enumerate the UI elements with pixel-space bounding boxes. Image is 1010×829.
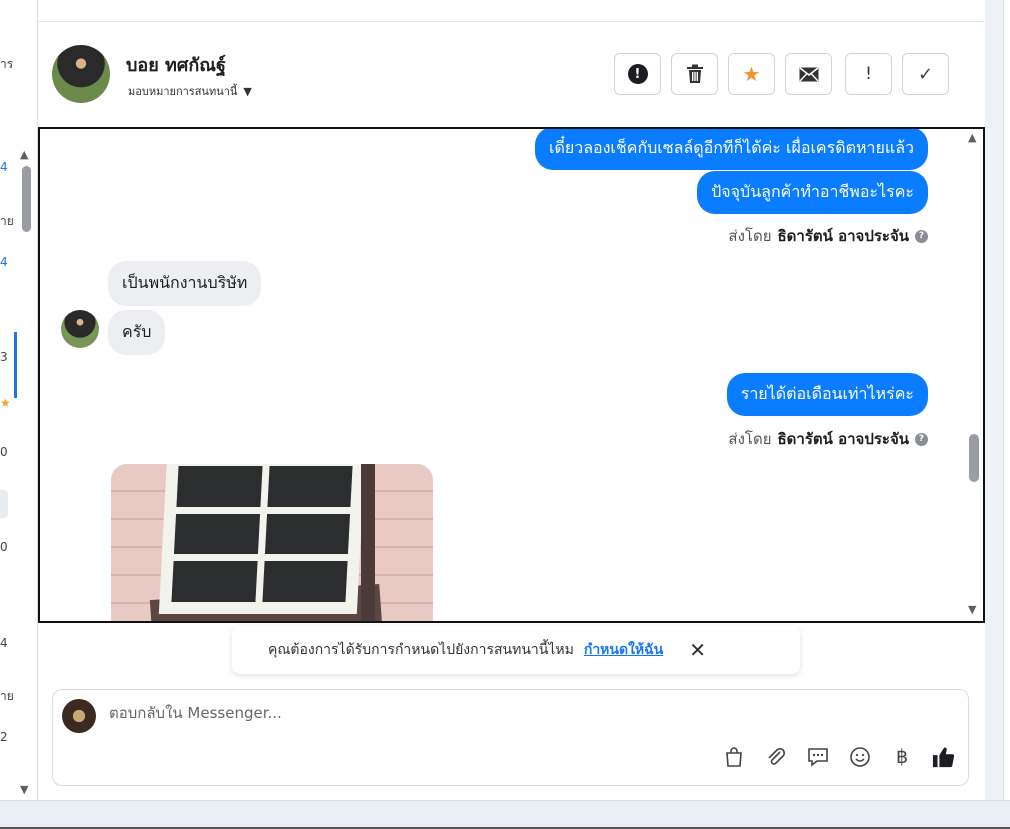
sidebar-fragment: 4 <box>0 255 8 269</box>
sent-by-prefix: ส่งโดย <box>728 430 772 448</box>
reply-composer: ฿ <box>52 689 969 786</box>
assign-prompt-banner: คุณต้องการได้รับการกำหนดไปยังการสนทนานี้… <box>232 626 800 674</box>
top-strip <box>38 0 985 22</box>
saved-reply-icon[interactable] <box>806 745 830 769</box>
caret-down-icon: ▼ <box>243 84 252 98</box>
bottom-edge <box>0 800 1010 829</box>
right-panel-edge <box>985 0 1010 800</box>
check-icon: ✓ <box>917 63 934 85</box>
spam-button[interactable]: ! <box>614 53 661 95</box>
trash-icon <box>686 64 703 83</box>
delete-button[interactable] <box>671 53 718 95</box>
contact-avatar-small[interactable] <box>61 310 99 348</box>
sidebar-fragment: าย <box>0 214 14 228</box>
reply-input[interactable] <box>109 704 929 722</box>
help-icon[interactable]: ? <box>915 229 928 243</box>
message-incoming[interactable]: ครับ <box>108 310 166 355</box>
scroll-thumb[interactable] <box>22 166 31 232</box>
image-attachment[interactable] <box>111 464 433 621</box>
close-icon[interactable]: ✕ <box>689 638 706 662</box>
sidebar-fragment: 2 <box>0 730 8 744</box>
message-outgoing[interactable]: เดี๋ยวลองเช็คกับเซลล์ดูอีกทีก็ได้ค่ะ เผื… <box>534 129 928 170</box>
assign-dropdown[interactable]: มอบหมายการสนทนานี้ ▼ <box>128 82 252 100</box>
sender-name: ธิดารัตน์ อาจประจัน <box>777 430 910 448</box>
sidebar-fragment: 4 <box>0 636 8 650</box>
conversation-header: บอย ทศกัณฐ์ มอบหมายการสนทนานี้ ▼ ! ★ ! ✓ <box>38 23 985 127</box>
assign-to-me-link[interactable]: กำหนดให้ฉัน <box>584 639 663 661</box>
done-button[interactable]: ✓ <box>902 53 949 95</box>
thread-scrollbar[interactable]: ▲ ▼ <box>967 129 981 621</box>
sidebar-fragment: 0 <box>0 445 8 459</box>
sender-name: ธิดารัตน์ อาจประจัน <box>777 227 910 245</box>
sidebar-fragment: 4 <box>0 160 8 174</box>
list-item-highlight <box>0 490 8 518</box>
star-icon: ★ <box>742 62 761 86</box>
contact-avatar[interactable] <box>52 45 110 103</box>
scroll-up-arrow-icon[interactable]: ▲ <box>968 131 976 144</box>
emoji-icon[interactable] <box>848 745 872 769</box>
mark-unread-button[interactable] <box>785 53 832 95</box>
thumbs-up-icon[interactable] <box>932 745 956 769</box>
message-thread[interactable]: เดี๋ยวลองเช็คกับเซลล์ดูอีกทีก็ได้ค่ะ เผื… <box>38 127 985 623</box>
scroll-down-arrow-icon[interactable]: ▼ <box>20 783 28 796</box>
scroll-up-arrow-icon[interactable]: ▲ <box>20 148 28 161</box>
message-incoming[interactable]: เป็นพนักงานบริษัท <box>108 261 262 306</box>
page-avatar <box>62 699 96 733</box>
assign-label: มอบหมายการสนทนานี้ <box>128 85 238 98</box>
help-icon[interactable]: ? <box>915 432 928 446</box>
message-outgoing[interactable]: ปัจจุบันลูกค้าทำอาชีพอะไรคะ <box>697 171 928 214</box>
star-button[interactable]: ★ <box>728 53 775 95</box>
composer-toolbar: ฿ <box>722 745 956 769</box>
exclamation-icon: ! <box>865 64 872 84</box>
baht-icon[interactable]: ฿ <box>890 745 914 769</box>
conversation-panel: บอย ทศกัณฐ์ มอบหมายการสนทนานี้ ▼ ! ★ ! ✓… <box>38 0 985 800</box>
follow-up-button[interactable]: ! <box>845 53 892 95</box>
sent-by-prefix: ส่งโดย <box>728 227 772 245</box>
sidebar-fragment: 3 <box>0 350 8 364</box>
alert-circle-icon: ! <box>627 64 648 84</box>
action-toolbar: ! ★ ! ✓ <box>614 53 949 95</box>
sidebar-fragment: าย <box>0 689 14 703</box>
sidebar-fragment: ★ <box>0 396 11 410</box>
sidebar-scrollbar[interactable]: ▲ ▼ <box>20 148 32 798</box>
selected-indicator <box>14 332 17 398</box>
shopping-bag-icon[interactable] <box>722 745 746 769</box>
envelope-icon <box>798 66 819 81</box>
sidebar-fragment: าร <box>0 57 14 71</box>
conversation-list-sidebar: าร 4 าย 4 3 ★ 0 0 4 าย 2 ▲ ▼ <box>0 0 38 800</box>
sent-by-label: ส่งโดย ธิดารัตน์ อาจประจัน ? <box>728 427 928 451</box>
scroll-down-arrow-icon[interactable]: ▼ <box>968 603 976 616</box>
sent-by-label: ส่งโดย ธิดารัตน์ อาจประจัน ? <box>728 224 928 248</box>
paperclip-icon[interactable] <box>764 745 788 769</box>
message-outgoing[interactable]: รายได้ต่อเดือนเท่าไหร่คะ <box>726 373 928 416</box>
assign-prompt-text: คุณต้องการได้รับการกำหนดไปยังการสนทนานี้… <box>268 642 574 658</box>
contact-name[interactable]: บอย ทศกัณฐ์ <box>126 50 226 79</box>
sidebar-fragment: 0 <box>0 540 8 554</box>
scroll-thumb[interactable] <box>969 434 979 482</box>
